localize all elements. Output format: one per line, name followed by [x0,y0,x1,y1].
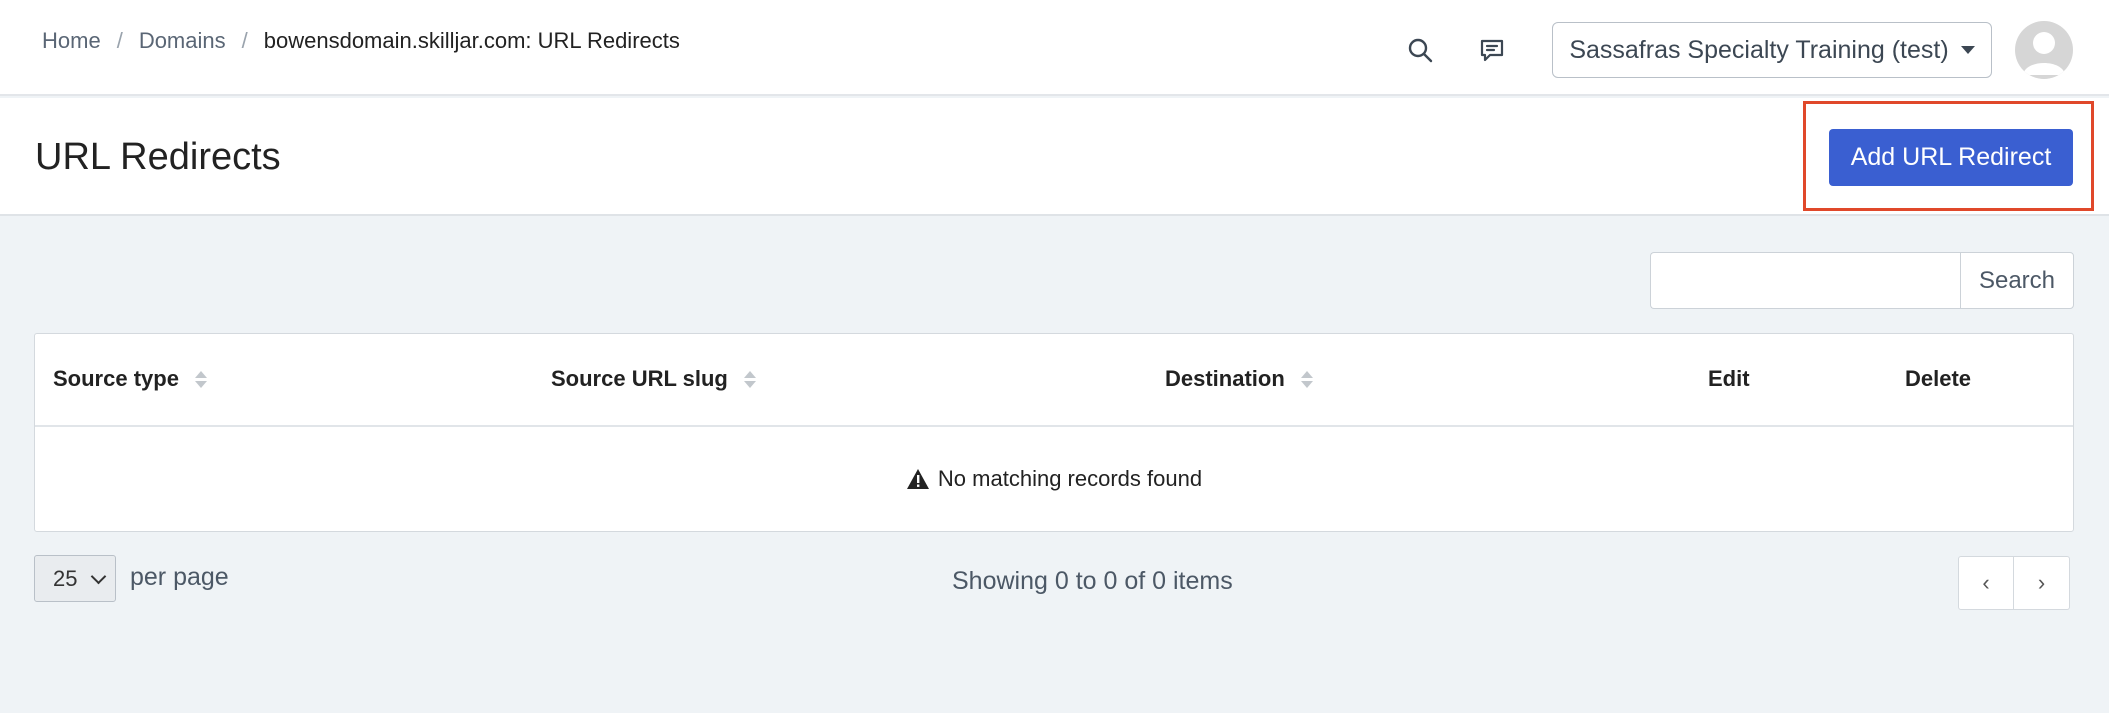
organization-name: Sassafras Specialty Training (test) [1569,35,1949,64]
sort-icon [194,370,207,388]
page-header: URL Redirects [0,98,2109,216]
prev-page-button[interactable]: ‹ [1958,556,2014,610]
avatar[interactable] [2015,21,2073,79]
organization-dropdown[interactable]: Sassafras Specialty Training (test) [1552,22,1992,78]
breadcrumb: Home / Domains / bowensdomain.skilljar.c… [42,28,680,54]
column-edit: Edit [1708,366,1750,392]
search-button[interactable]: Search [1960,252,2074,309]
column-destination[interactable]: Destination [1165,366,1313,392]
per-page-value: 25 [53,565,78,591]
column-label: Delete [1905,366,1972,391]
pagination-controls: ‹ › [1958,556,2070,610]
caret-down-icon [1960,46,1975,54]
sort-icon [1300,370,1313,388]
breadcrumb-separator: / [116,28,123,53]
empty-message: No matching records found [937,466,1203,491]
add-url-redirect-button[interactable]: Add URL Redirect [1829,129,2073,186]
chevron-down-icon [91,568,107,584]
column-source-url-slug[interactable]: Source URL slug [551,366,756,392]
breadcrumb-domains-link[interactable]: Domains [139,28,226,54]
pagination-status: Showing 0 to 0 of 0 items [952,567,1233,595]
per-page-label: per page [130,563,229,591]
chat-icon[interactable] [1472,30,1512,70]
breadcrumb-separator: / [241,28,248,53]
column-label: Destination [1165,366,1285,391]
user-avatar-icon [2023,32,2065,75]
per-page-select[interactable]: 25 [34,555,116,602]
top-navbar: Home / Domains / bowensdomain.skilljar.c… [0,0,2109,96]
column-source-type[interactable]: Source type [53,366,207,392]
next-page-button[interactable]: › [2014,556,2070,610]
breadcrumb-current: bowensdomain.skilljar.com: URL Redirects [263,28,680,53]
column-label: Source type [53,366,179,391]
empty-state-row: No matching records found [35,427,2073,531]
table-header: Source type Source URL slug Destination … [35,334,2073,427]
search-bar: Search [1650,252,2074,309]
column-delete: Delete [1905,366,1971,392]
warning-icon [906,469,929,489]
sort-icon [743,370,756,388]
column-label: Source URL slug [551,366,728,391]
search-icon[interactable] [1400,30,1440,70]
page-title: URL Redirects [35,136,281,178]
search-input[interactable] [1650,252,1960,309]
breadcrumb-home-link[interactable]: Home [42,28,101,54]
redirects-table: Source type Source URL slug Destination … [34,333,2074,532]
column-label: Edit [1708,366,1750,391]
